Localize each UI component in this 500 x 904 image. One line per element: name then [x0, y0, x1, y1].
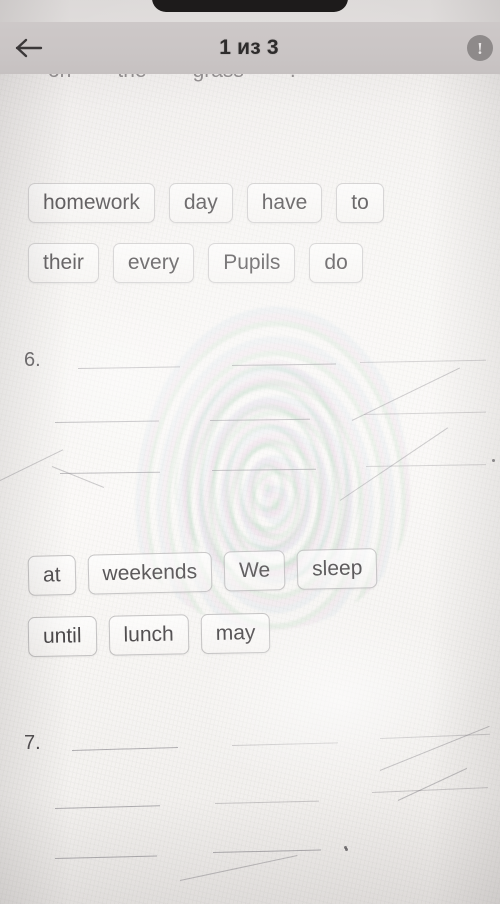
word-chip-every[interactable]: every: [112, 243, 195, 283]
word-chip-do[interactable]: do: [309, 243, 363, 283]
question-number-6: 6.: [24, 349, 41, 371]
page-title: 1 из 3: [219, 36, 279, 59]
phone-screen: 1 из 3 ! on the grass . homework day hav…: [0, 0, 500, 904]
clipped-word: the: [117, 74, 146, 83]
word-bank-row: at weekends We sleep: [27, 548, 378, 596]
report-problem-button[interactable]: !: [446, 22, 500, 74]
clipped-word: on: [48, 74, 71, 83]
word-chip-weekends[interactable]: weekends: [87, 551, 213, 595]
word-chip-have[interactable]: have: [246, 183, 323, 223]
paper-speck: [344, 846, 347, 849]
clipped-word: grass: [193, 74, 244, 83]
app-header: 1 из 3 !: [0, 22, 500, 74]
word-chip-we[interactable]: We: [223, 550, 286, 592]
word-chip-their[interactable]: their: [28, 243, 99, 283]
word-chip-pupils[interactable]: Pupils: [208, 243, 296, 283]
word-bank-row: homework day have to: [28, 183, 384, 223]
phone-notch: [152, 0, 348, 12]
word-chip-sleep[interactable]: sleep: [296, 548, 378, 590]
word-chip-until[interactable]: until: [27, 615, 97, 658]
exclamation-circle-icon: !: [467, 35, 493, 61]
sentence-period: [492, 459, 495, 462]
word-bank-row: their every Pupils do: [28, 243, 363, 283]
word-bank-row: until lunch may: [27, 612, 271, 658]
word-chip-lunch[interactable]: lunch: [108, 614, 190, 656]
word-chip-may[interactable]: may: [200, 612, 271, 655]
clipped-sentence: on the grass .: [0, 74, 500, 98]
word-chip-to[interactable]: to: [336, 183, 384, 223]
word-chip-homework[interactable]: homework: [28, 183, 155, 223]
arrow-left-icon: [14, 36, 44, 60]
clipped-word: .: [290, 74, 296, 83]
word-chip-at[interactable]: at: [27, 554, 77, 596]
back-button[interactable]: [0, 22, 58, 74]
word-chip-day[interactable]: day: [168, 183, 233, 223]
question-number-7: 7.: [24, 732, 41, 754]
